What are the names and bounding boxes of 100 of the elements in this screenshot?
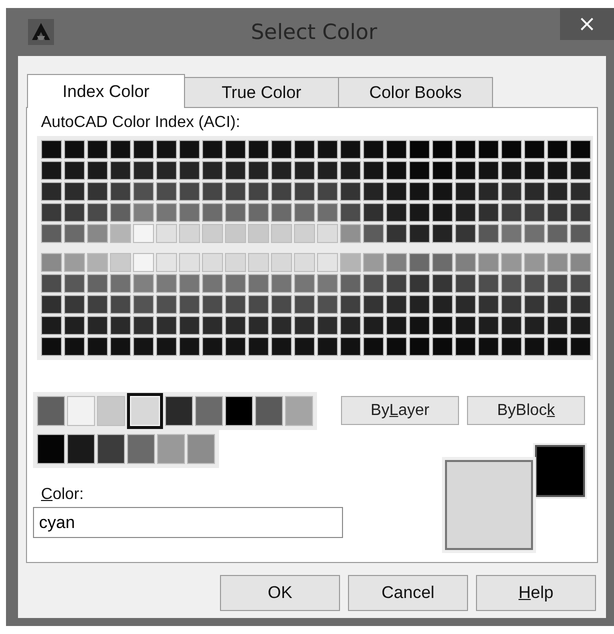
color-swatch[interactable] [64,182,85,201]
color-swatch[interactable] [157,434,185,464]
color-swatch[interactable] [363,316,384,335]
color-swatch[interactable] [179,253,200,272]
color-swatch[interactable] [340,161,361,180]
color-swatch[interactable] [501,295,522,314]
color-swatch[interactable] [317,140,338,159]
tab[interactable]: Color Books [338,77,493,107]
color-swatch[interactable] [432,337,453,356]
color-swatch[interactable] [41,253,62,272]
color-swatch[interactable] [409,182,430,201]
color-swatch[interactable] [64,224,85,243]
color-swatch[interactable] [87,224,108,243]
color-swatch[interactable] [547,253,568,272]
color-swatch[interactable] [455,295,476,314]
color-swatch[interactable] [110,182,131,201]
color-swatch[interactable] [570,337,591,356]
color-swatch[interactable] [409,295,430,314]
color-swatch[interactable] [317,224,338,243]
color-swatch[interactable] [340,337,361,356]
color-swatch[interactable] [179,316,200,335]
color-swatch[interactable] [478,295,499,314]
color-swatch[interactable] [363,224,384,243]
color-swatch[interactable] [156,161,177,180]
color-swatch[interactable] [133,337,154,356]
color-swatch[interactable] [87,316,108,335]
color-swatch[interactable] [37,434,65,464]
color-swatch[interactable] [179,182,200,201]
color-swatch[interactable] [64,203,85,222]
color-swatch[interactable] [110,161,131,180]
color-swatch[interactable] [363,203,384,222]
tab[interactable]: True Color [184,77,339,107]
color-swatch[interactable] [285,396,313,426]
color-swatch[interactable] [271,224,292,243]
color-swatch[interactable] [64,140,85,159]
color-swatch[interactable] [409,140,430,159]
color-swatch[interactable] [570,182,591,201]
color-swatch[interactable] [455,316,476,335]
color-swatch[interactable] [524,274,545,293]
color-swatch[interactable] [271,295,292,314]
color-swatch[interactable] [179,161,200,180]
color-swatch[interactable] [110,316,131,335]
color-swatch[interactable] [225,316,246,335]
color-swatch[interactable] [432,161,453,180]
color-swatch[interactable] [524,316,545,335]
color-swatch[interactable] [248,182,269,201]
color-swatch[interactable] [340,203,361,222]
color-swatch[interactable] [455,274,476,293]
color-swatch[interactable] [294,203,315,222]
color-swatch[interactable] [409,316,430,335]
color-swatch[interactable] [41,203,62,222]
color-swatch[interactable] [41,140,62,159]
color-swatch[interactable] [248,140,269,159]
color-swatch[interactable] [340,224,361,243]
color-swatch[interactable] [156,224,177,243]
color-swatch[interactable] [225,253,246,272]
color-swatch[interactable] [202,224,223,243]
color-swatch[interactable] [225,224,246,243]
color-swatch[interactable] [317,337,338,356]
color-swatch[interactable] [478,140,499,159]
color-swatch[interactable] [67,434,95,464]
color-swatch[interactable] [317,253,338,272]
color-swatch[interactable] [133,203,154,222]
color-swatch[interactable] [455,182,476,201]
color-swatch[interactable] [64,253,85,272]
color-swatch[interactable] [547,161,568,180]
color-swatch[interactable] [294,295,315,314]
color-swatch[interactable] [64,274,85,293]
color-swatch[interactable] [87,182,108,201]
color-swatch[interactable] [248,295,269,314]
color-swatch[interactable] [432,140,453,159]
color-swatch[interactable] [478,182,499,201]
color-swatch[interactable] [225,140,246,159]
cancel-button[interactable]: Cancel [348,575,468,611]
color-swatch[interactable] [317,316,338,335]
color-swatch[interactable] [317,274,338,293]
color-swatch[interactable] [97,434,125,464]
color-swatch[interactable] [317,182,338,201]
color-swatch[interactable] [317,161,338,180]
color-swatch[interactable] [478,316,499,335]
color-swatch[interactable] [409,203,430,222]
color-swatch[interactable] [363,337,384,356]
color-swatch[interactable] [255,396,283,426]
color-swatch[interactable] [225,203,246,222]
color-swatch[interactable] [547,316,568,335]
color-swatch[interactable] [478,224,499,243]
color-swatch[interactable] [501,253,522,272]
color-swatch[interactable] [547,337,568,356]
color-swatch[interactable] [386,253,407,272]
color-swatch[interactable] [87,274,108,293]
color-swatch[interactable] [294,140,315,159]
color-swatch[interactable] [225,274,246,293]
color-swatch[interactable] [478,203,499,222]
color-swatch[interactable] [386,182,407,201]
color-swatch[interactable] [294,224,315,243]
color-swatch[interactable] [455,253,476,272]
color-swatch[interactable] [202,316,223,335]
color-swatch[interactable] [317,295,338,314]
color-swatch[interactable] [294,274,315,293]
color-swatch[interactable] [570,295,591,314]
